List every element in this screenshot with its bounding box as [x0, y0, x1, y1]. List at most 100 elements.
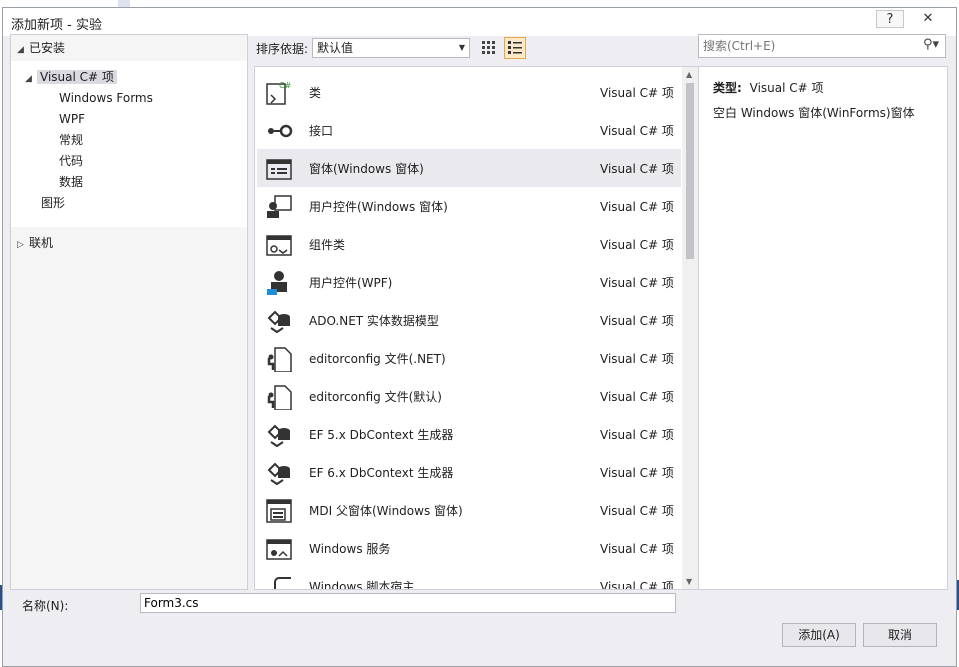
data-model-icon — [265, 460, 293, 486]
grid-view-button[interactable] — [478, 37, 500, 59]
sort-label: 排序依据: — [256, 42, 309, 56]
sort-value: 默认值 — [317, 41, 354, 55]
template-type: Visual C# 项 — [600, 314, 674, 328]
list-toolbar: 排序依据: 默认值 ▼ — [254, 34, 696, 64]
template-row[interactable]: editorconfig 文件(默认) Visual C# 项 — [257, 377, 681, 415]
service-icon — [265, 536, 293, 562]
collapsed-arrow-icon[interactable]: ▷ — [17, 235, 29, 255]
expanded-arrow-icon[interactable]: ◢ — [25, 69, 37, 89]
template-type: Visual C# 项 — [600, 86, 674, 100]
template-name: ADO.NET 实体数据模型 — [309, 314, 439, 328]
template-type: Visual C# 项 — [600, 238, 674, 252]
template-name: 用户控件(WPF) — [309, 276, 393, 290]
template-name: Windows 脚本宿主 — [309, 580, 415, 590]
template-name: 用户控件(Windows 窗体) — [309, 200, 448, 214]
sort-dropdown[interactable]: 默认值 ▼ — [312, 38, 470, 58]
user-control-icon — [265, 194, 293, 220]
config-file-icon — [265, 346, 293, 373]
details-type-value: Visual C# 项 — [749, 81, 824, 95]
template-name: EF 5.x DbContext 生成器 — [309, 428, 454, 442]
template-row[interactable]: Windows 脚本宿主 Visual C# 项 — [257, 567, 681, 590]
template-row[interactable]: editorconfig 文件(.NET) Visual C# 项 — [257, 339, 681, 377]
template-type: Visual C# 项 — [600, 466, 674, 480]
template-type: Visual C# 项 — [600, 124, 674, 138]
template-name: 接口 — [309, 124, 334, 138]
tree-node-code[interactable]: 代码 — [59, 151, 83, 171]
search-icon[interactable]: ⚲▾ — [923, 37, 939, 52]
template-name: Windows 服务 — [309, 542, 391, 556]
template-type: Visual C# 项 — [600, 162, 674, 176]
search-box[interactable]: ⚲▾ — [698, 34, 946, 58]
name-field[interactable] — [140, 593, 676, 613]
template-row[interactable]: MDI 父窗体(Windows 窗体) Visual C# 项 — [257, 491, 681, 529]
help-button[interactable]: ? — [876, 10, 904, 28]
tree-node-general[interactable]: 常规 — [59, 130, 83, 150]
interface-icon — [265, 118, 293, 144]
background-ide-top — [118, 0, 130, 7]
list-view-icon — [508, 41, 522, 54]
title-bar: 添加新项 - 实验 ? ✕ — [3, 8, 956, 36]
tree-node-visual-csharp[interactable]: ◢ Visual C# 项 — [25, 67, 117, 87]
template-row[interactable]: ADO.NET 实体数据模型 Visual C# 项 — [257, 301, 681, 339]
cancel-button[interactable]: 取消 — [863, 623, 937, 647]
wpf-user-control-icon — [265, 270, 293, 296]
close-button[interactable]: ✕ — [914, 10, 942, 28]
template-row[interactable]: 接口 Visual C# 项 — [257, 111, 681, 149]
config-file-icon — [265, 384, 293, 411]
expanded-arrow-icon[interactable]: ◢ — [17, 40, 29, 60]
list-view-button[interactable] — [504, 37, 526, 59]
grid-view-icon — [482, 41, 495, 54]
scroll-up-arrow-icon[interactable]: ▲ — [686, 70, 692, 79]
template-tree-panel: ◢ 已安装 ◢ Visual C# 项 Windows Forms WPF 常规 代… — [10, 34, 248, 590]
data-model-icon — [265, 422, 293, 448]
vertical-scrollbar[interactable]: ▲ ▼ — [682, 67, 699, 589]
template-name: editorconfig 文件(.NET) — [309, 352, 446, 366]
form-icon — [265, 156, 293, 182]
tree-node-label: 已安装 — [29, 41, 66, 55]
template-type: Visual C# 项 — [600, 390, 674, 404]
class-icon: C# — [265, 80, 293, 106]
add-button[interactable]: 添加(A) — [782, 623, 856, 647]
details-type-row: 类型: Visual C# 项 — [713, 79, 824, 96]
template-row[interactable]: 用户控件(Windows 窗体) Visual C# 项 — [257, 187, 681, 225]
template-row[interactable]: C# 类 Visual C# 项 — [257, 73, 681, 111]
mdi-form-icon — [265, 498, 293, 524]
template-name: EF 6.x DbContext 生成器 — [309, 466, 454, 480]
svg-text:C#: C# — [279, 81, 292, 90]
component-icon — [265, 232, 293, 258]
tree-node-graphics[interactable]: 图形 — [41, 193, 65, 213]
template-type: Visual C# 项 — [600, 428, 674, 442]
template-type: Visual C# 项 — [600, 542, 674, 556]
details-description: 空白 Windows 窗体(WinForms)窗体 — [713, 106, 915, 120]
dialog-title: 添加新项 - 实验 — [11, 18, 102, 33]
scroll-down-arrow-icon[interactable]: ▼ — [686, 577, 692, 586]
chevron-down-icon: ▼ — [458, 43, 465, 52]
data-model-icon — [265, 308, 293, 334]
template-type: Visual C# 项 — [600, 580, 674, 590]
template-name: 组件类 — [309, 238, 346, 252]
script-host-icon — [265, 574, 293, 589]
template-type: Visual C# 项 — [600, 504, 674, 518]
template-row[interactable]: Windows 服务 Visual C# 项 — [257, 529, 681, 567]
tree-node-windows-forms[interactable]: Windows Forms — [59, 88, 153, 108]
details-type-label: 类型: — [713, 81, 742, 95]
template-type: Visual C# 项 — [600, 200, 674, 214]
tree-node-data[interactable]: 数据 — [59, 172, 83, 192]
template-row[interactable]: EF 5.x DbContext 生成器 Visual C# 项 — [257, 415, 681, 453]
template-name: MDI 父窗体(Windows 窗体) — [309, 504, 463, 518]
template-row[interactable]: 用户控件(WPF) Visual C# 项 — [257, 263, 681, 301]
tree-node-installed[interactable]: ◢ 已安装 — [17, 38, 65, 58]
tree-content: ◢ Visual C# 项 Windows Forms WPF 常规 代码 数据 … — [11, 61, 247, 227]
template-list: C# 类 Visual C# 项接口 Visual C# 项窗体(Windows 窗体… — [254, 66, 700, 590]
template-row[interactable]: EF 6.x DbContext 生成器 Visual C# 项 — [257, 453, 681, 491]
tree-node-online[interactable]: ▷ 联机 — [17, 233, 53, 253]
details-panel: 类型: Visual C# 项 空白 Windows 窗体(WinForms)窗… — [698, 66, 948, 590]
template-name: 类 — [309, 86, 322, 100]
scrollbar-thumb[interactable] — [686, 83, 694, 259]
template-row[interactable]: 窗体(Windows 窗体) Visual C# 项 — [257, 149, 681, 187]
tree-node-label: 联机 — [29, 236, 54, 250]
tree-node-wpf[interactable]: WPF — [59, 109, 85, 129]
search-input[interactable] — [703, 37, 903, 55]
template-type: Visual C# 项 — [600, 276, 674, 290]
template-row[interactable]: 组件类 Visual C# 项 — [257, 225, 681, 263]
